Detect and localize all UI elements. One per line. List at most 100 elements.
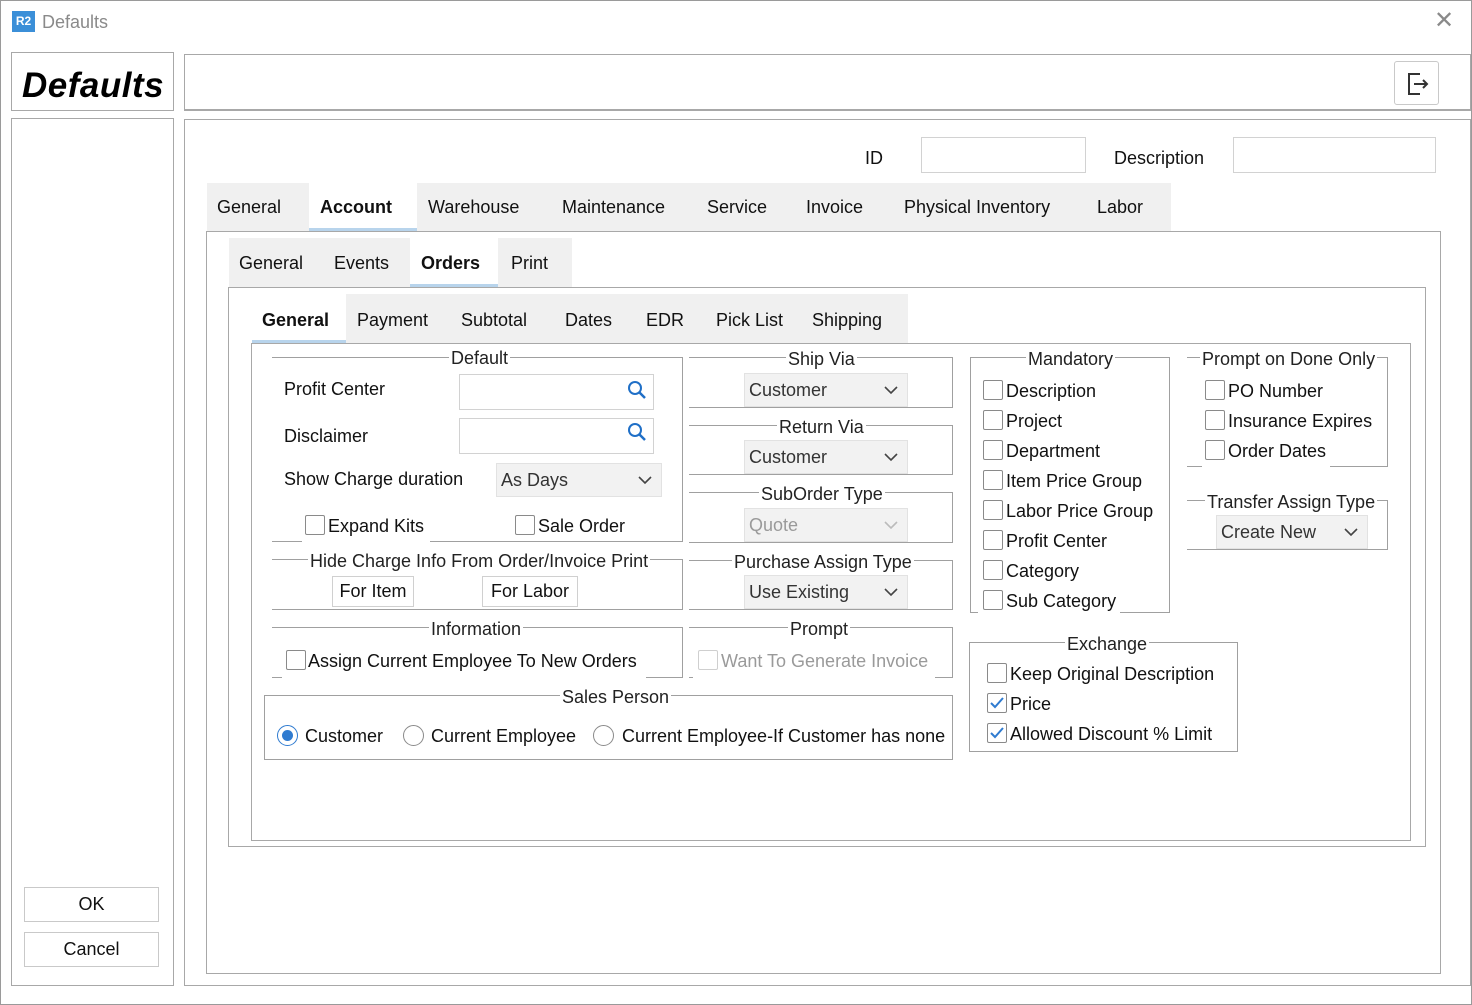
left-list-panel xyxy=(11,118,174,986)
chevron-down-icon xyxy=(884,588,898,597)
want-generate-invoice-checkbox[interactable] xyxy=(698,650,718,670)
tab-account-orders[interactable]: Orders xyxy=(421,253,480,274)
mandatory-category-checkbox[interactable] xyxy=(983,560,1003,580)
chevron-down-icon xyxy=(884,453,898,462)
exit-button[interactable] xyxy=(1394,61,1439,105)
check-icon xyxy=(990,697,1004,709)
mandatory-profit-center-checkbox[interactable] xyxy=(983,530,1003,550)
mandatory-department-label: Department xyxy=(1006,441,1101,461)
tab-orders-general[interactable]: General xyxy=(262,310,329,331)
check-icon xyxy=(990,727,1004,739)
search-icon[interactable] xyxy=(626,421,648,448)
for-labor-button[interactable]: For Labor xyxy=(482,576,578,607)
allowed-discount-checkbox[interactable] xyxy=(987,723,1007,743)
window-title: Defaults xyxy=(42,12,109,32)
tab-account[interactable]: Account xyxy=(320,197,392,218)
mandatory-description-checkbox[interactable] xyxy=(983,380,1003,400)
information-group-title: Information xyxy=(429,619,524,640)
suborder-type-select[interactable]: Quote xyxy=(744,508,908,542)
mandatory-project-checkbox[interactable] xyxy=(983,410,1003,430)
mandatory-sub-category-label: Sub Category xyxy=(1006,591,1117,611)
chevron-down-icon xyxy=(1344,528,1358,537)
keep-original-description-checkbox[interactable] xyxy=(987,663,1007,683)
sales-person-current-employee-if-radio[interactable] xyxy=(593,725,614,746)
tab-warehouse[interactable]: Warehouse xyxy=(428,197,519,218)
mandatory-group-title: Mandatory xyxy=(1026,349,1116,370)
exit-icon xyxy=(1408,73,1429,95)
hide-charge-group-title: Hide Charge Info From Order/Invoice Prin… xyxy=(308,551,651,572)
charge-duration-select[interactable]: As Days xyxy=(496,463,662,497)
mandatory-project-label: Project xyxy=(1006,411,1063,431)
disclaimer-label: Disclaimer xyxy=(284,426,369,446)
tab-orders-payment[interactable]: Payment xyxy=(357,310,428,331)
search-icon[interactable] xyxy=(626,379,648,406)
tab-orders-pick-list[interactable]: Pick List xyxy=(716,310,783,331)
tab-account-print[interactable]: Print xyxy=(511,253,548,274)
insurance-expires-label: Insurance Expires xyxy=(1228,411,1373,431)
tab-service[interactable]: Service xyxy=(707,197,767,218)
tab-invoice[interactable]: Invoice xyxy=(806,197,863,218)
tab-orders-dates[interactable]: Dates xyxy=(565,310,612,331)
price-checkbox[interactable] xyxy=(987,693,1007,713)
chevron-down-icon xyxy=(638,476,652,485)
price-label: Price xyxy=(1010,694,1052,714)
for-item-button[interactable]: For Item xyxy=(332,576,414,607)
sale-order-checkbox[interactable] xyxy=(515,515,535,535)
mandatory-profit-center-label: Profit Center xyxy=(1006,531,1108,551)
order-dates-checkbox[interactable] xyxy=(1205,440,1225,460)
id-label: ID xyxy=(865,148,883,168)
sales-person-customer-label: Customer xyxy=(305,726,384,746)
mandatory-item-price-group-label: Item Price Group xyxy=(1006,471,1143,491)
default-group-title: Default xyxy=(449,348,511,369)
close-icon[interactable]: ✕ xyxy=(1434,9,1454,33)
transfer-assign-group-title: Transfer Assign Type xyxy=(1205,492,1378,513)
insurance-expires-checkbox[interactable] xyxy=(1205,410,1225,430)
page-title: Defaults xyxy=(22,66,165,105)
tab-labor[interactable]: Labor xyxy=(1097,197,1143,218)
tab-orders-edr[interactable]: EDR xyxy=(646,310,684,331)
allowed-discount-label: Allowed Discount % Limit xyxy=(1010,724,1213,744)
ship-via-select[interactable]: Customer xyxy=(744,373,908,407)
mandatory-labor-price-group-checkbox[interactable] xyxy=(983,500,1003,520)
sales-person-current-employee-radio[interactable] xyxy=(403,725,424,746)
assign-employee-label: Assign Current Employee To New Orders xyxy=(308,651,637,671)
expand-kits-checkbox[interactable] xyxy=(305,515,325,535)
tab-orders-shipping[interactable]: Shipping xyxy=(812,310,882,331)
return-via-select[interactable]: Customer xyxy=(744,440,908,474)
tab-orders-subtotal[interactable]: Subtotal xyxy=(461,310,527,331)
mandatory-category-label: Category xyxy=(1006,561,1080,581)
sales-person-current-employee-label: Current Employee xyxy=(431,726,577,746)
description-input[interactable] xyxy=(1233,137,1436,173)
chevron-down-icon xyxy=(884,521,898,530)
transfer-assign-select[interactable]: Create New xyxy=(1216,515,1368,549)
sales-person-group-title: Sales Person xyxy=(560,687,672,708)
purchase-assign-select[interactable]: Use Existing xyxy=(744,575,908,609)
suborder-type-group-title: SubOrder Type xyxy=(759,484,885,505)
disclaimer-input[interactable] xyxy=(459,418,654,454)
po-number-checkbox[interactable] xyxy=(1205,380,1225,400)
want-generate-invoice-label: Want To Generate Invoice xyxy=(721,651,929,671)
profit-center-input[interactable] xyxy=(459,374,654,410)
return-via-group-title: Return Via xyxy=(777,417,866,438)
sale-order-label: Sale Order xyxy=(538,516,626,536)
mandatory-labor-price-group-label: Labor Price Group xyxy=(1006,501,1154,521)
tab-general[interactable]: General xyxy=(217,197,281,218)
tab-account-events[interactable]: Events xyxy=(334,253,389,274)
tab-account-general[interactable]: General xyxy=(239,253,303,274)
prompt-done-group-title: Prompt on Done Only xyxy=(1200,349,1378,370)
mandatory-item-price-group-checkbox[interactable] xyxy=(983,470,1003,490)
ship-via-group-title: Ship Via xyxy=(786,349,857,370)
ok-button[interactable]: OK xyxy=(24,887,159,922)
show-charge-duration-label: Show Charge duration xyxy=(284,469,464,489)
id-input[interactable] xyxy=(921,137,1086,173)
tab-maintenance[interactable]: Maintenance xyxy=(562,197,665,218)
mandatory-sub-category-checkbox[interactable] xyxy=(983,590,1003,610)
tab-physical-inventory[interactable]: Physical Inventory xyxy=(904,197,1050,218)
sales-person-customer-radio[interactable] xyxy=(277,725,298,746)
mandatory-description-label: Description xyxy=(1006,381,1097,401)
profit-center-label: Profit Center xyxy=(284,379,386,399)
po-number-label: PO Number xyxy=(1228,381,1324,401)
cancel-button[interactable]: Cancel xyxy=(24,932,159,967)
mandatory-department-checkbox[interactable] xyxy=(983,440,1003,460)
assign-employee-checkbox[interactable] xyxy=(286,650,306,670)
